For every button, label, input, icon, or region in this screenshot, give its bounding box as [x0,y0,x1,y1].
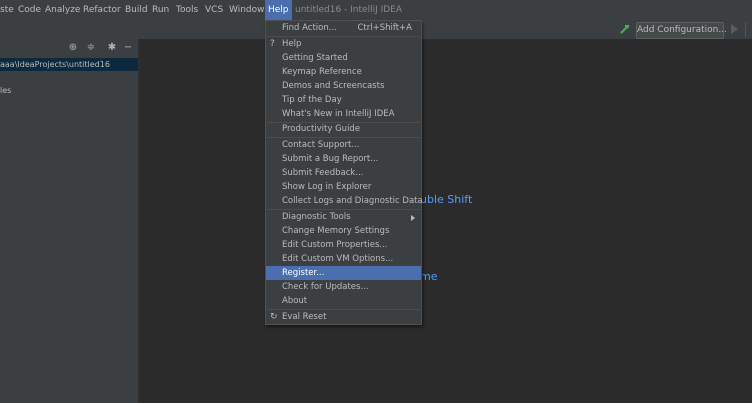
menu-item-keymap-reference[interactable]: Keymap Reference [266,65,421,79]
collapse-icon[interactable]: ≑ [86,43,96,53]
shortcut-label: Ctrl+Shift+A [357,23,412,33]
reset-icon: ↻ [270,312,278,322]
menu-code[interactable]: Code [18,0,41,20]
project-root-item[interactable]: aaa\IdeaProjects\untitled16 [0,58,138,71]
menu-item-eval-reset[interactable]: ↻ Eval Reset [266,310,421,324]
project-panel-header: ⊕ ≑ ✱ − [0,39,138,57]
question-icon: ? [270,39,275,49]
menu-bar: ste Code Analyze Refactor Build Run Tool… [0,0,752,20]
menu-item-check-updates[interactable]: Check for Updates... [266,280,421,294]
menu-item-change-memory[interactable]: Change Memory Settings [266,224,421,238]
menu-item-show-log[interactable]: Show Log in Explorer [266,180,421,194]
menu-item-register[interactable]: Register... [266,266,421,280]
run-icon[interactable] [731,24,738,34]
menu-vcs[interactable]: VCS [205,0,223,20]
menu-tools[interactable]: Tools [176,0,198,20]
menu-item-whats-new[interactable]: What's New in IntelliJ IDEA [266,107,421,121]
menu-item-submit-bug[interactable]: Submit a Bug Report... [266,152,421,166]
gear-icon[interactable]: ✱ [107,43,117,53]
toolbar-separator [745,22,746,37]
project-panel: ⊕ ≑ ✱ − aaa\IdeaProjects\untitled16 les [0,39,139,403]
menu-help[interactable]: Help [265,0,292,20]
menu-item-getting-started[interactable]: Getting Started [266,51,421,65]
menu-item-submit-feedback[interactable]: Submit Feedback... [266,166,421,180]
menu-item-collect-logs[interactable]: Collect Logs and Diagnostic Data [266,194,423,208]
hide-icon[interactable]: − [123,43,133,53]
help-menu-dropdown: Find Action... Ctrl+Shift+A ? Help Getti… [265,20,423,325]
menu-item-edit-custom-properties[interactable]: Edit Custom Properties... [266,238,421,252]
menu-analyze[interactable]: Analyze [45,0,80,20]
window-title: untitled16 - IntelliJ IDEA [295,5,403,15]
search-everywhere-hint: uble Shift [420,193,473,206]
menu-item-demos[interactable]: Demos and Screencasts [266,79,421,93]
menu-item-tip-of-the-day[interactable]: Tip of the Day [266,93,421,107]
menu-refactor[interactable]: Refactor [83,0,121,20]
add-configuration-button[interactable]: Add Configuration... [636,22,727,39]
menu-item-diagnostic-tools[interactable]: Diagnostic Tools [266,210,421,224]
open-home-hint: me [420,270,438,283]
external-libraries-item[interactable]: les [0,85,11,97]
menu-build[interactable]: Build [125,0,148,20]
menu-item-help[interactable]: ? Help [266,37,421,51]
locate-icon[interactable]: ⊕ [68,43,78,53]
submenu-arrow-icon [411,215,415,221]
menu-item-contact-support[interactable]: Contact Support... [266,138,421,152]
menu-paste[interactable]: ste [0,0,14,20]
menu-window[interactable]: Window [229,0,265,20]
menu-item-edit-custom-vm[interactable]: Edit Custom VM Options... [266,252,421,266]
menu-item-about[interactable]: About [266,294,421,308]
menu-run[interactable]: Run [152,0,169,20]
menu-item-productivity-guide[interactable]: Productivity Guide [266,122,421,136]
menu-item-find-action[interactable]: Find Action... Ctrl+Shift+A [266,21,421,35]
build-hammer-icon[interactable] [619,23,631,35]
